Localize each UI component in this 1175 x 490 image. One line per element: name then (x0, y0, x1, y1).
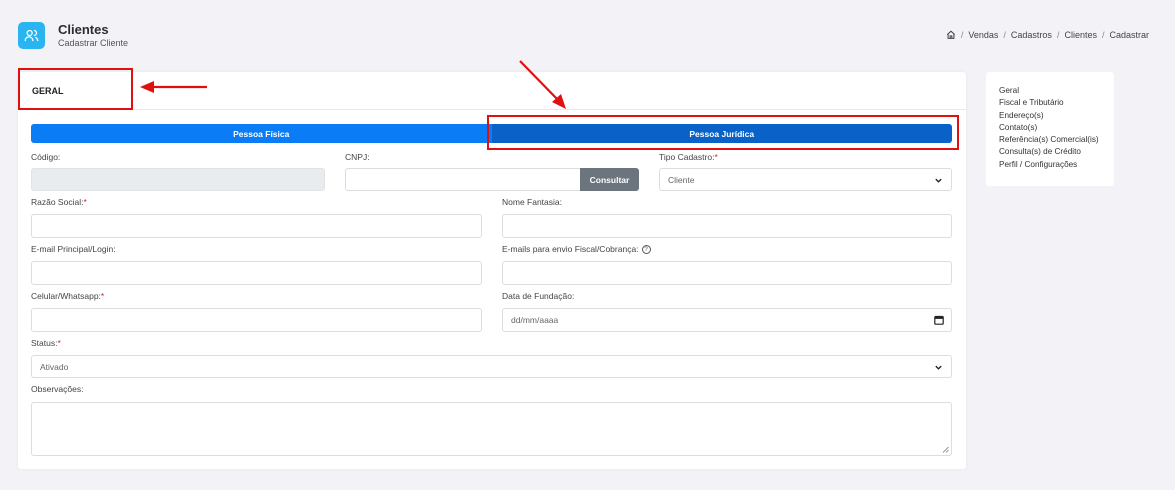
annotation-arrow-left (140, 81, 207, 93)
annotation-arrow-down (519, 60, 566, 109)
annotation-arrows (140, 60, 566, 109)
